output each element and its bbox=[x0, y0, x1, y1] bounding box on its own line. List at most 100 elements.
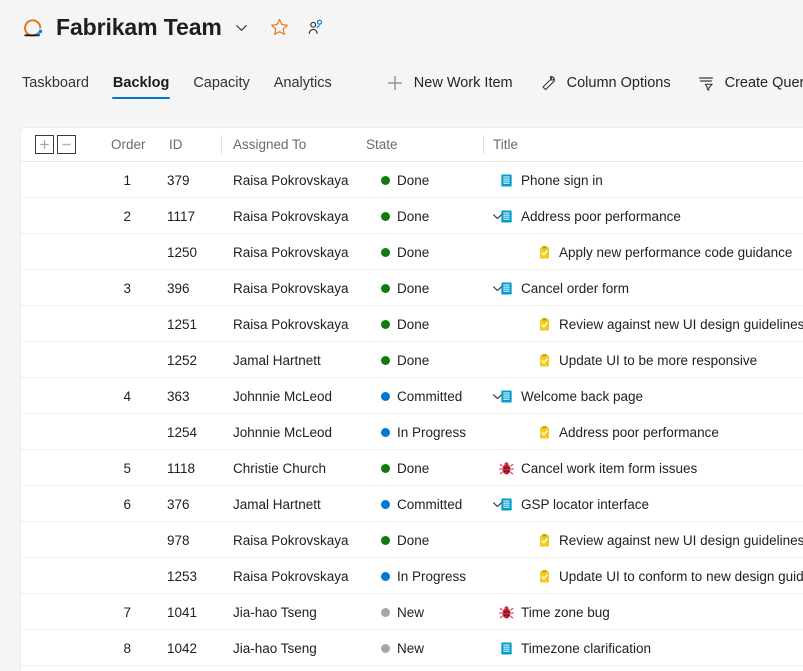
status-dot-icon bbox=[381, 427, 390, 437]
cell-assigned-to: Christie Church bbox=[233, 460, 327, 476]
cell-order bbox=[93, 234, 131, 270]
cell-assigned-to: Raisa Pokrovskaya bbox=[233, 244, 349, 260]
cell-state: Done bbox=[381, 450, 429, 486]
title-label[interactable]: Address poor performance bbox=[559, 425, 719, 440]
state-label: Done bbox=[397, 280, 430, 296]
cell-order: 6 bbox=[123, 496, 131, 512]
column-header-title[interactable]: Title bbox=[493, 137, 518, 152]
filter-list-icon bbox=[697, 73, 716, 92]
backlog-grid: Order ID Assigned To State Title 1 379 Rai… bbox=[20, 127, 803, 671]
status-dot-icon bbox=[381, 463, 390, 473]
table-row[interactable]: 1254 Johnnie McLeod In Progress Address poo… bbox=[21, 414, 803, 450]
state-label: New bbox=[397, 604, 425, 620]
cell-id: 379 bbox=[167, 172, 190, 188]
cell-assigned-to: Raisa Pokrovskaya bbox=[233, 316, 349, 332]
table-row[interactable]: 1251 Raisa Pokrovskaya Done Review against … bbox=[21, 306, 803, 342]
title-label[interactable]: Time zone bug bbox=[521, 605, 610, 620]
tab-backlog[interactable]: Backlog bbox=[101, 55, 181, 110]
column-options-button[interactable]: Column Options bbox=[527, 67, 683, 98]
table-row[interactable]: 5 1118 Christie Church Done Cancel work item… bbox=[21, 450, 803, 486]
cell-state: In Progress bbox=[381, 414, 466, 450]
status-dot-icon bbox=[381, 571, 390, 581]
cell-assigned-to: Johnnie McLeod bbox=[233, 424, 333, 440]
cell-id: 1118 bbox=[167, 460, 196, 476]
state-label: Done bbox=[397, 208, 430, 224]
user-story-icon bbox=[499, 641, 514, 656]
cell-assigned-to: Jamal Hartnett bbox=[233, 496, 321, 512]
cell-state: Committed bbox=[381, 378, 462, 414]
table-row[interactable]: 3 396 Raisa Pokrovskaya Done Cancel order fo… bbox=[21, 270, 803, 306]
table-row[interactable]: 1250 Raisa Pokrovskaya Done Apply new perfo… bbox=[21, 234, 803, 270]
user-story-icon bbox=[499, 389, 514, 404]
grid-body: 1 379 Raisa Pokrovskaya Done Phone sign in 2 1… bbox=[21, 162, 803, 666]
create-query-button[interactable]: Create Query bbox=[685, 67, 803, 98]
cell-title: Cancel work item form issues bbox=[499, 450, 797, 486]
tab-list: Taskboard Backlog Capacity Analytics bbox=[10, 55, 344, 110]
team-members-icon[interactable] bbox=[305, 17, 327, 39]
column-header-order[interactable]: Order bbox=[111, 137, 146, 152]
state-label: Done bbox=[397, 352, 430, 368]
table-row[interactable]: 1 379 Raisa Pokrovskaya Done Phone sign in bbox=[21, 162, 803, 198]
expand-all-button[interactable] bbox=[35, 135, 54, 154]
state-label: New bbox=[397, 640, 425, 656]
table-row[interactable]: 1253 Raisa Pokrovskaya In Progress Update U… bbox=[21, 558, 803, 594]
title-label[interactable]: Welcome back page bbox=[521, 389, 643, 404]
cell-id: 1250 bbox=[167, 244, 198, 260]
title-label[interactable]: Phone sign in bbox=[521, 173, 603, 188]
cell-assigned-to: Raisa Pokrovskaya bbox=[233, 568, 349, 584]
cell-state: Committed bbox=[381, 486, 462, 522]
title-label[interactable]: Update UI to be more responsive bbox=[559, 353, 757, 368]
cell-title: Review against new UI design guidelines bbox=[499, 522, 803, 558]
chevron-down-icon[interactable] bbox=[231, 17, 253, 39]
state-label: Done bbox=[397, 172, 430, 188]
tab-label: Analytics bbox=[273, 74, 332, 91]
tab-taskboard[interactable]: Taskboard bbox=[10, 55, 101, 110]
table-row[interactable]: 978 Raisa Pokrovskaya Done Review against n… bbox=[21, 522, 803, 558]
title-label[interactable]: Review against new UI design guidelines bbox=[559, 317, 803, 332]
star-icon[interactable] bbox=[269, 17, 291, 39]
task-icon bbox=[537, 425, 552, 440]
navigation-bar: Taskboard Backlog Capacity Analytics New… bbox=[0, 55, 803, 110]
cell-order bbox=[93, 414, 131, 450]
table-row[interactable]: 8 1042 Jia-hao Tseng New Timezone clarificat… bbox=[21, 630, 803, 666]
cell-assigned-to: Raisa Pokrovskaya bbox=[233, 172, 349, 188]
user-story-icon bbox=[499, 281, 514, 296]
title-label[interactable]: Cancel order form bbox=[521, 281, 629, 296]
tab-analytics[interactable]: Analytics bbox=[262, 55, 344, 110]
title-label[interactable]: Update UI to conform to new design guide… bbox=[559, 569, 803, 584]
azure-devops-project-icon bbox=[20, 15, 46, 41]
cell-assigned-to: Raisa Pokrovskaya bbox=[233, 280, 349, 296]
table-row[interactable]: 1252 Jamal Hartnett Done Update UI to be mo… bbox=[21, 342, 803, 378]
collapse-all-button[interactable] bbox=[57, 135, 76, 154]
status-dot-icon bbox=[381, 211, 390, 221]
page-title: Fabrikam Team bbox=[56, 14, 222, 40]
title-label[interactable]: Address poor performance bbox=[521, 209, 681, 224]
title-label[interactable]: Apply new performance code guidance bbox=[559, 245, 792, 260]
cell-id: 978 bbox=[167, 532, 190, 548]
column-header-state[interactable]: State bbox=[366, 137, 398, 152]
tab-capacity[interactable]: Capacity bbox=[181, 55, 261, 110]
table-row[interactable]: 6 376 Jamal Hartnett Committed GSP locator i… bbox=[21, 486, 803, 522]
user-story-icon bbox=[499, 209, 514, 224]
title-label[interactable]: Timezone clarification bbox=[521, 641, 651, 656]
column-header-id[interactable]: ID bbox=[169, 137, 183, 152]
status-dot-icon bbox=[381, 499, 390, 509]
cell-assigned-to: Jamal Hartnett bbox=[233, 352, 321, 368]
cell-order bbox=[93, 306, 131, 342]
title-label[interactable]: Cancel work item form issues bbox=[521, 461, 697, 476]
wrench-icon bbox=[539, 73, 558, 92]
cell-state: Done bbox=[381, 234, 429, 270]
table-row[interactable]: 7 1041 Jia-hao Tseng New Time zone bug bbox=[21, 594, 803, 630]
cell-order bbox=[93, 558, 131, 594]
table-row[interactable]: 4 363 Johnnie McLeod Committed Welcome back … bbox=[21, 378, 803, 414]
state-label: In Progress bbox=[397, 568, 467, 584]
column-header-assigned[interactable]: Assigned To bbox=[233, 137, 306, 152]
toolbar: New Work Item Column Options Create Quer… bbox=[374, 55, 803, 110]
title-label[interactable]: Review against new UI design guidelines bbox=[559, 533, 803, 548]
cell-state: Done bbox=[381, 198, 429, 234]
cell-id: 1254 bbox=[167, 424, 198, 440]
cell-order: 5 bbox=[123, 460, 131, 476]
title-label[interactable]: GSP locator interface bbox=[521, 497, 649, 512]
new-work-item-button[interactable]: New Work Item bbox=[374, 67, 525, 98]
table-row[interactable]: 2 1117 Raisa Pokrovskaya Done Address poor p… bbox=[21, 198, 803, 234]
